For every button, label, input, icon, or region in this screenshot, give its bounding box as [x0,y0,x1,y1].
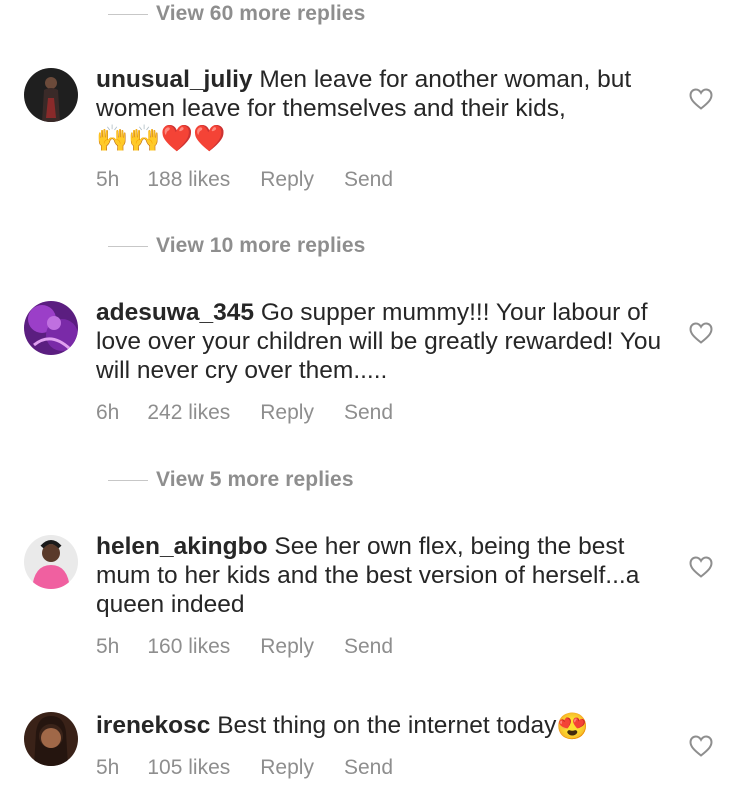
comment-likes-count[interactable]: 160 likes [147,635,230,659]
comment-timestamp: 5h [96,635,120,658]
comment-likes-count[interactable]: 105 likes [147,756,230,780]
send-button[interactable]: Send [344,635,393,659]
comment-likes-count[interactable]: 242 likes [147,401,230,425]
comment-body: helen_akingbo See her own flex, being th… [96,532,666,619]
reply-thread-line [108,245,148,247]
avatar[interactable] [24,301,78,355]
reply-thread-line [108,479,148,481]
reply-button[interactable]: Reply [260,756,314,780]
comment-username[interactable]: helen_akingbo [96,533,268,560]
like-heart-icon[interactable] [688,555,714,579]
comment-timestamp: 5h [96,168,120,191]
view-more-replies[interactable]: View 10 more replies [108,232,365,260]
comment-username[interactable]: unusual_juliy [96,66,253,93]
view-more-replies[interactable]: View 60 more replies [108,0,365,28]
comment-body: unusual_juliy Men leave for another woma… [96,65,666,153]
send-button[interactable]: Send [344,756,393,780]
avatar[interactable] [24,712,78,766]
view-more-replies-label[interactable]: View 60 more replies [156,2,365,26]
avatar[interactable] [24,68,78,122]
send-button[interactable]: Send [344,401,393,425]
view-more-replies[interactable]: View 5 more replies [108,466,354,494]
comment-body: adesuwa_345 Go supper mummy!!! Your labo… [96,298,666,385]
like-heart-icon[interactable] [688,321,714,345]
comment-text: Best thing on the internet today [217,712,557,739]
reply-button[interactable]: Reply [260,168,314,192]
comment-emoji: 🙌🙌❤️❤️ [96,123,226,154]
like-heart-icon[interactable] [688,87,714,111]
avatar[interactable] [24,535,78,589]
reply-button[interactable]: Reply [260,635,314,659]
comment-emoji: 😍 [556,711,589,742]
comment-username[interactable]: irenekosc [96,712,210,739]
view-more-replies-label[interactable]: View 10 more replies [156,234,365,258]
comment-likes-count[interactable]: 188 likes [147,168,230,192]
comment-meta: 5h 105 likes Reply Send [96,756,423,780]
comment-meta: 5h 188 likes Reply Send [96,168,423,192]
like-heart-icon[interactable] [688,734,714,758]
view-more-replies-label[interactable]: View 5 more replies [156,468,354,492]
comment-meta: 5h 160 likes Reply Send [96,635,423,659]
comment-timestamp: 6h [96,401,120,424]
reply-button[interactable]: Reply [260,401,314,425]
comment-body: irenekosc Best thing on the internet tod… [96,711,666,741]
reply-thread-line [108,13,148,15]
comment-meta: 6h 242 likes Reply Send [96,401,423,425]
comment-timestamp: 5h [96,756,120,779]
comment-username[interactable]: adesuwa_345 [96,299,254,326]
send-button[interactable]: Send [344,168,393,192]
